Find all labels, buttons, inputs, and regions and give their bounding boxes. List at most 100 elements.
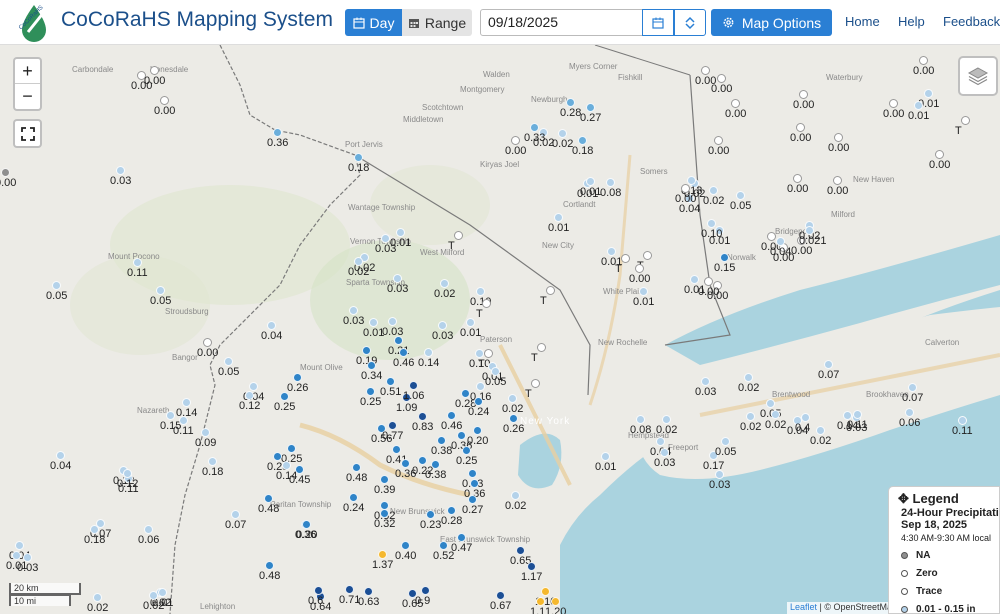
station-marker[interactable]: [293, 373, 302, 382]
station-marker[interactable]: [394, 336, 403, 345]
station-marker[interactable]: [558, 129, 567, 138]
station-marker[interactable]: [366, 387, 375, 396]
day-mode-button[interactable]: Day: [345, 9, 402, 36]
station-marker[interactable]: [935, 150, 944, 159]
station-marker[interactable]: [715, 470, 724, 479]
station-marker[interactable]: [824, 360, 833, 369]
station-marker[interactable]: [473, 426, 482, 435]
station-marker[interactable]: [834, 133, 843, 142]
station-marker[interactable]: [511, 491, 520, 500]
station-marker[interactable]: [586, 103, 595, 112]
station-marker[interactable]: [508, 394, 517, 403]
station-marker[interactable]: [418, 412, 427, 421]
layers-button[interactable]: [958, 56, 998, 96]
station-marker[interactable]: [362, 346, 371, 355]
station-marker[interactable]: [457, 431, 466, 440]
station-marker[interactable]: [287, 444, 296, 453]
station-marker[interactable]: [709, 186, 718, 195]
station-marker[interactable]: [90, 525, 99, 534]
station-marker[interactable]: [245, 391, 254, 400]
station-marker[interactable]: [636, 415, 645, 424]
station-marker[interactable]: [690, 275, 699, 284]
station-marker[interactable]: [367, 361, 376, 370]
station-marker[interactable]: [93, 593, 102, 602]
station-marker[interactable]: [546, 286, 555, 295]
station-marker[interactable]: [924, 89, 933, 98]
station-marker[interactable]: [369, 318, 378, 327]
station-marker[interactable]: [454, 231, 463, 240]
fullscreen-button[interactable]: [13, 119, 42, 148]
station-marker[interactable]: [457, 533, 466, 542]
station-marker[interactable]: [354, 257, 363, 266]
station-marker[interactable]: [439, 541, 448, 550]
station-marker[interactable]: [853, 410, 862, 419]
station-marker[interactable]: [424, 348, 433, 357]
date-input[interactable]: 09/18/2025: [480, 9, 643, 36]
station-marker[interactable]: [388, 317, 397, 326]
station-marker[interactable]: [905, 408, 914, 417]
move-icon[interactable]: ✥: [898, 491, 909, 506]
station-marker[interactable]: [662, 415, 671, 424]
station-marker[interactable]: [380, 509, 389, 518]
station-marker[interactable]: [805, 226, 814, 235]
station-marker[interactable]: [714, 136, 723, 145]
station-marker[interactable]: [399, 348, 408, 357]
station-marker[interactable]: [396, 228, 405, 237]
station-marker[interactable]: [208, 457, 217, 466]
station-marker[interactable]: [265, 561, 274, 570]
station-marker[interactable]: [462, 446, 471, 455]
station-marker[interactable]: [156, 286, 165, 295]
station-marker[interactable]: [704, 277, 713, 286]
station-marker[interactable]: [771, 410, 780, 419]
station-marker[interactable]: [182, 398, 191, 407]
leaflet-link[interactable]: Leaflet: [790, 602, 817, 612]
cocorahs-logo[interactable]: CoCoRaHS: [14, 2, 54, 42]
station-marker[interactable]: [586, 177, 595, 186]
station-marker[interactable]: [482, 299, 491, 308]
station-marker[interactable]: [801, 413, 810, 422]
station-marker[interactable]: [15, 541, 24, 550]
nav-help-link[interactable]: Help: [898, 14, 925, 29]
station-marker[interactable]: [491, 367, 500, 376]
station-marker[interactable]: [731, 99, 740, 108]
station-marker[interactable]: [551, 597, 560, 606]
station-marker[interactable]: [474, 397, 483, 406]
station-marker[interactable]: [635, 264, 644, 273]
station-marker[interactable]: [364, 587, 373, 596]
station-marker[interactable]: [736, 191, 745, 200]
station-marker[interactable]: [766, 399, 775, 408]
station-marker[interactable]: [799, 90, 808, 99]
station-marker[interactable]: [12, 551, 21, 560]
station-marker[interactable]: [116, 166, 125, 175]
station-marker[interactable]: [509, 414, 518, 423]
station-marker[interactable]: [314, 586, 323, 595]
station-marker[interactable]: [958, 416, 967, 425]
station-marker[interactable]: [437, 436, 446, 445]
station-marker[interactable]: [621, 254, 630, 263]
station-marker[interactable]: [133, 258, 142, 267]
station-marker[interactable]: [295, 465, 304, 474]
station-marker[interactable]: [264, 494, 273, 503]
date-stepper[interactable]: [674, 9, 706, 36]
station-marker[interactable]: [484, 349, 493, 358]
station-marker[interactable]: [231, 510, 240, 519]
station-marker[interactable]: [527, 562, 536, 571]
station-marker[interactable]: [701, 66, 710, 75]
station-marker[interactable]: [354, 153, 363, 162]
station-marker[interactable]: [273, 452, 282, 461]
station-marker[interactable]: [468, 495, 477, 504]
station-marker[interactable]: [381, 234, 390, 243]
station-marker[interactable]: [643, 251, 652, 260]
station-marker[interactable]: [656, 437, 665, 446]
station-marker[interactable]: [388, 421, 397, 430]
station-marker[interactable]: [468, 469, 477, 478]
zoom-out-button[interactable]: −: [15, 84, 40, 109]
station-marker[interactable]: [280, 392, 289, 401]
legend-header[interactable]: ✥ Legend: [898, 491, 999, 507]
station-marker[interactable]: [578, 136, 587, 145]
station-marker[interactable]: [158, 588, 167, 597]
date-picker-button[interactable]: [642, 9, 674, 36]
station-marker[interactable]: [380, 475, 389, 484]
station-marker[interactable]: [144, 525, 153, 534]
station-marker[interactable]: [720, 253, 729, 262]
